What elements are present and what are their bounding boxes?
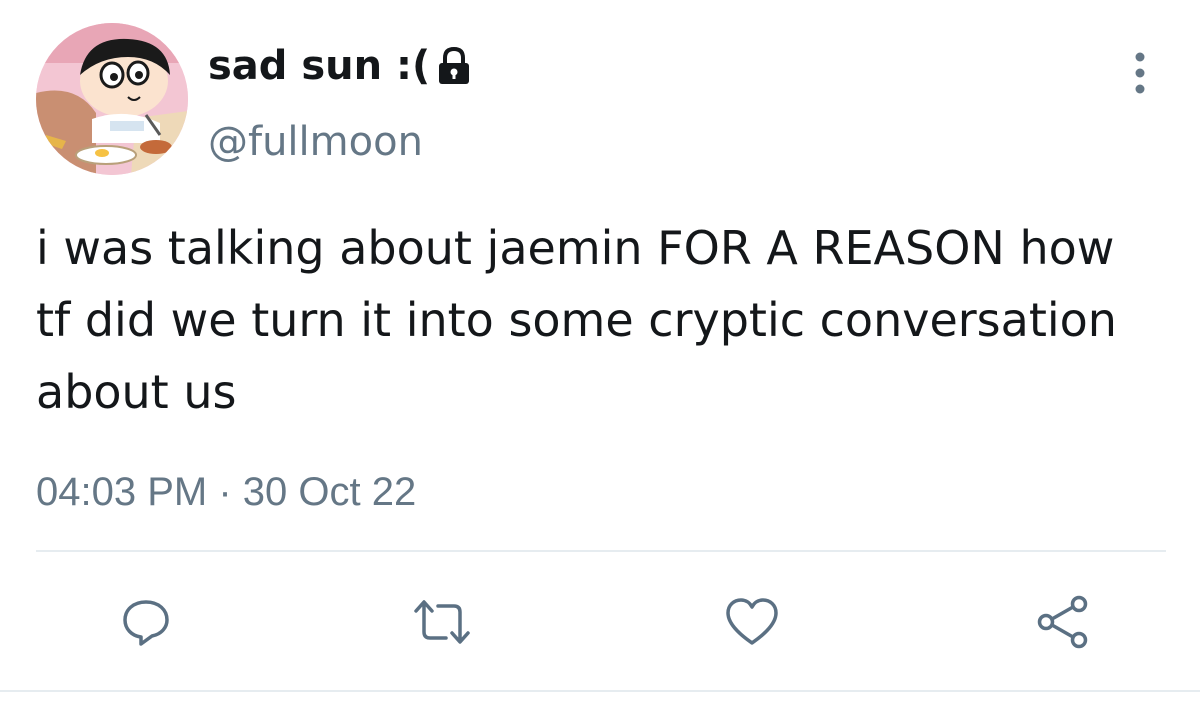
- reply-icon: [123, 600, 169, 646]
- avatar[interactable]: [36, 23, 188, 175]
- retweet-button[interactable]: [412, 594, 472, 650]
- user-handle[interactable]: @fullmoon: [208, 116, 423, 168]
- reply-button[interactable]: [116, 594, 176, 650]
- more-vertical-icon[interactable]: [1120, 50, 1160, 96]
- tweet-timestamp[interactable]: 04:03 PM · 30 Oct 22: [36, 466, 416, 518]
- share-button[interactable]: [1034, 594, 1094, 650]
- lock-icon: [436, 46, 472, 86]
- divider-bottom: [0, 690, 1200, 692]
- tweet-text: i was talking about jaemin FOR A REASON …: [36, 221, 1117, 419]
- user-display-name[interactable]: sad sun :(: [208, 40, 472, 92]
- share-icon: [1037, 595, 1088, 649]
- retweet-icon: [414, 600, 470, 644]
- display-name-text: sad sun :(: [208, 43, 431, 89]
- divider: [36, 550, 1166, 552]
- like-button[interactable]: [722, 594, 782, 650]
- avatar-image: [36, 23, 188, 175]
- heart-icon: [726, 598, 778, 645]
